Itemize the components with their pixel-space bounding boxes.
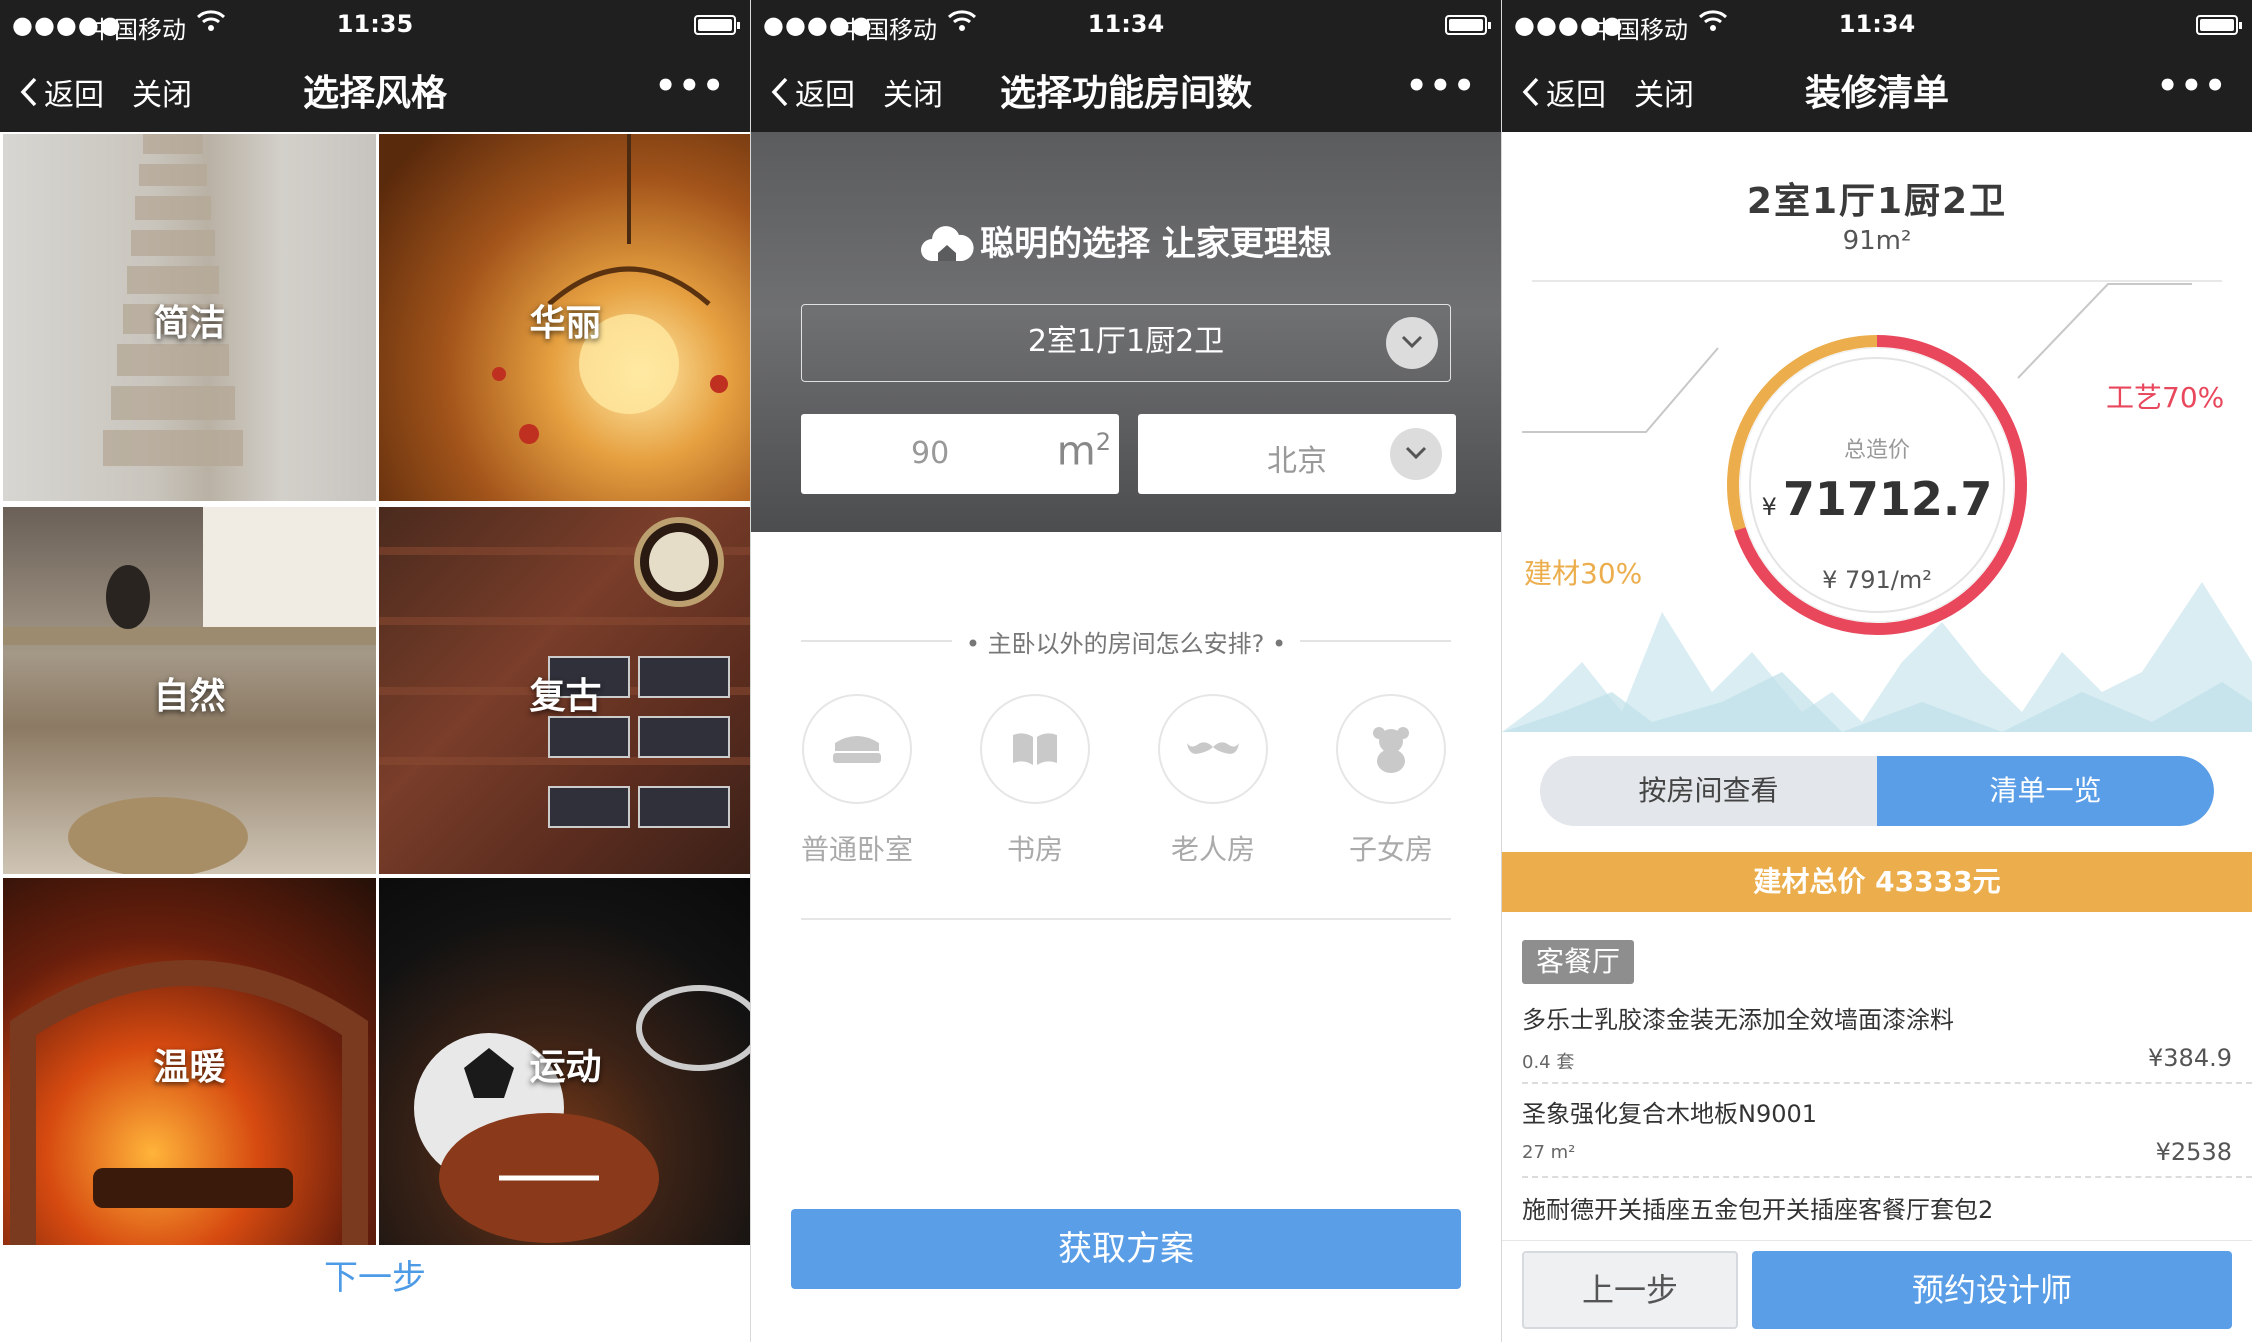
material-share-label: 建材30% (1524, 557, 1643, 590)
room-question-text: • 主卧以外的房间怎么安排? • (951, 630, 1301, 658)
nav-bar: 返回 关闭 装修清单 ••• (1502, 50, 2252, 132)
room-option-bedroom[interactable]: 普通卧室 (777, 694, 937, 868)
divider (1522, 1176, 2252, 1178)
room-question: • 主卧以外的房间怎么安排? • (751, 624, 1501, 659)
area-unit: m2 (1057, 428, 1111, 474)
slogan: 聪明的选择 让家更理想 (751, 216, 1501, 265)
nav-bar: 返回 关闭 选择风格 ••• (0, 50, 750, 132)
tab-by-room[interactable]: 按房间查看 (1540, 756, 1877, 826)
city-select[interactable]: 北京 (1138, 414, 1456, 494)
status-time: 11:34 (1087, 10, 1165, 38)
style-label: 温暖 (153, 1046, 226, 1088)
item-name: 圣象强化复合木地板N9001 (1522, 1100, 1818, 1128)
style-tile-luxury[interactable]: 华丽 (379, 134, 750, 501)
battery-icon (694, 15, 740, 35)
item-name: 多乐士乳胶漆金装无添加全效墙面漆涂料 (1522, 1006, 1954, 1034)
room-option-study[interactable]: 书房 (955, 694, 1115, 868)
total-cost-amount: 71712.7 (1782, 472, 1993, 526)
screen-select-style: ●●●●● 中国移动 11:35 返回 关闭 选择风格 ••• 简洁 华丽 自然… (0, 0, 750, 1342)
nav-bar: 返回 关闭 选择功能房间数 ••• (751, 50, 1501, 132)
item-name: 施耐德开关插座五金包开关插座客餐厅套包2 (1522, 1196, 1994, 1224)
area-unit-sup: 2 (1095, 428, 1111, 456)
chevron-down-icon (1390, 428, 1442, 480)
item-price: ¥2538 (2155, 1138, 2232, 1166)
list-item[interactable]: 圣象强化复合木地板N9001 27 m² ¥2538 (1522, 1094, 2252, 1184)
total-cost-label: 总造价 (1843, 438, 1910, 463)
mustache-icon (1158, 694, 1268, 804)
list-item[interactable]: 多乐士乳胶漆金装无添加全效墙面漆涂料 0.4 套 ¥384.9 (1522, 1000, 2252, 1090)
get-plan-button[interactable]: 获取方案 (791, 1209, 1461, 1289)
area-unit-base: m (1056, 428, 1096, 475)
more-menu-button[interactable]: ••• (655, 66, 726, 106)
room-label: 子女房 (1348, 833, 1433, 866)
list-item[interactable]: 施耐德开关插座五金包开关插座客餐厅套包2 (1522, 1190, 2232, 1230)
item-qty: 0.4 套 (1522, 1052, 1575, 1073)
screen-renovation-list: ●●●●● 中国移动 11:34 返回 关闭 装修清单 ••• 2室1厅1厨2卫… (1502, 0, 2252, 1342)
layout-select[interactable]: 2室1厅1厨2卫 (801, 304, 1451, 382)
bottom-action-bar: 上一步 预约设计师 (1502, 1240, 2252, 1342)
style-tile-retro[interactable]: 复古 (379, 507, 750, 874)
tab-list-overview[interactable]: 清单一览 (1877, 756, 2214, 826)
status-bar: ●●●●● 中国移动 11:34 (1502, 0, 2252, 50)
more-menu-button[interactable]: ••• (1406, 66, 1477, 106)
style-grid: 简洁 华丽 自然 复古 温暖 运动 (0, 132, 750, 1245)
style-tile-natural[interactable]: 自然 (3, 507, 376, 874)
layout-select-value: 2室1厅1厨2卫 (1027, 324, 1225, 359)
currency-symbol: ¥ (1761, 493, 1777, 521)
cloud-home-icon (921, 226, 974, 261)
page-title: 选择风格 (302, 73, 447, 114)
material-total-bar: 建材总价 43333元 (1502, 852, 2252, 912)
style-tile-simple[interactable]: 简洁 (3, 134, 376, 501)
style-label: 华丽 (529, 302, 602, 344)
style-tile-warm[interactable]: 温暖 (3, 878, 376, 1245)
hero-banner: 聪明的选择 让家更理想 2室1厅1厨2卫 90 m2 北京 (751, 132, 1501, 532)
style-label: 简洁 (153, 302, 226, 344)
category-tag: 客餐厅 (1522, 940, 1635, 984)
room-label: 老人房 (1170, 833, 1255, 866)
view-toggle: 按房间查看 清单一览 (1540, 756, 2214, 826)
bed-icon (802, 694, 912, 804)
battery-icon (1445, 15, 1491, 35)
area-input[interactable]: 90 m2 (801, 414, 1119, 494)
status-time: 11:35 (336, 10, 414, 38)
room-option-elder[interactable]: 老人房 (1133, 694, 1293, 868)
more-menu-button[interactable]: ••• (2157, 66, 2228, 106)
screen-select-rooms: ●●●●● 中国移动 11:34 返回 关闭 选择功能房间数 ••• 聪明的选择… (751, 0, 1501, 1342)
battery-icon (2196, 15, 2242, 35)
divider (1522, 1082, 2252, 1084)
item-price: ¥384.9 (2148, 1044, 2232, 1072)
item-qty: 27 m² (1522, 1142, 1576, 1163)
room-label: 普通卧室 (800, 833, 913, 866)
book-icon (980, 694, 1090, 804)
style-label: 运动 (529, 1046, 602, 1088)
teddy-bear-icon (1336, 694, 1446, 804)
status-time: 11:34 (1838, 10, 1916, 38)
slogan-text: 聪明的选择 让家更理想 (980, 224, 1332, 264)
cost-summary: 2室1厅1厨2卫 91m² 总造价 ¥71712.7 ¥ 791/m² 工艺70… (1502, 132, 2252, 732)
style-label: 复古 (529, 675, 602, 717)
style-label: 自然 (153, 675, 226, 717)
status-bar: ●●●●● 中国移动 11:35 (0, 0, 750, 50)
page-title: 装修清单 (1804, 73, 1949, 114)
next-step-button[interactable]: 下一步 (0, 1250, 750, 1299)
total-cost-value: ¥71712.7 (1502, 472, 2252, 526)
area-value: 90 (911, 436, 950, 471)
style-tile-sport[interactable]: 运动 (379, 878, 750, 1245)
previous-step-button[interactable]: 上一步 (1522, 1251, 1738, 1329)
book-designer-button[interactable]: 预约设计师 (1752, 1251, 2232, 1329)
chevron-down-icon (1386, 317, 1438, 369)
page-title: 选择功能房间数 (999, 73, 1252, 114)
craft-share-label: 工艺70% (2106, 381, 2225, 414)
room-option-kids[interactable]: 子女房 (1311, 694, 1471, 868)
room-label: 书房 (1006, 833, 1063, 866)
status-bar: ●●●●● 中国移动 11:34 (751, 0, 1501, 50)
divider (801, 918, 1451, 920)
